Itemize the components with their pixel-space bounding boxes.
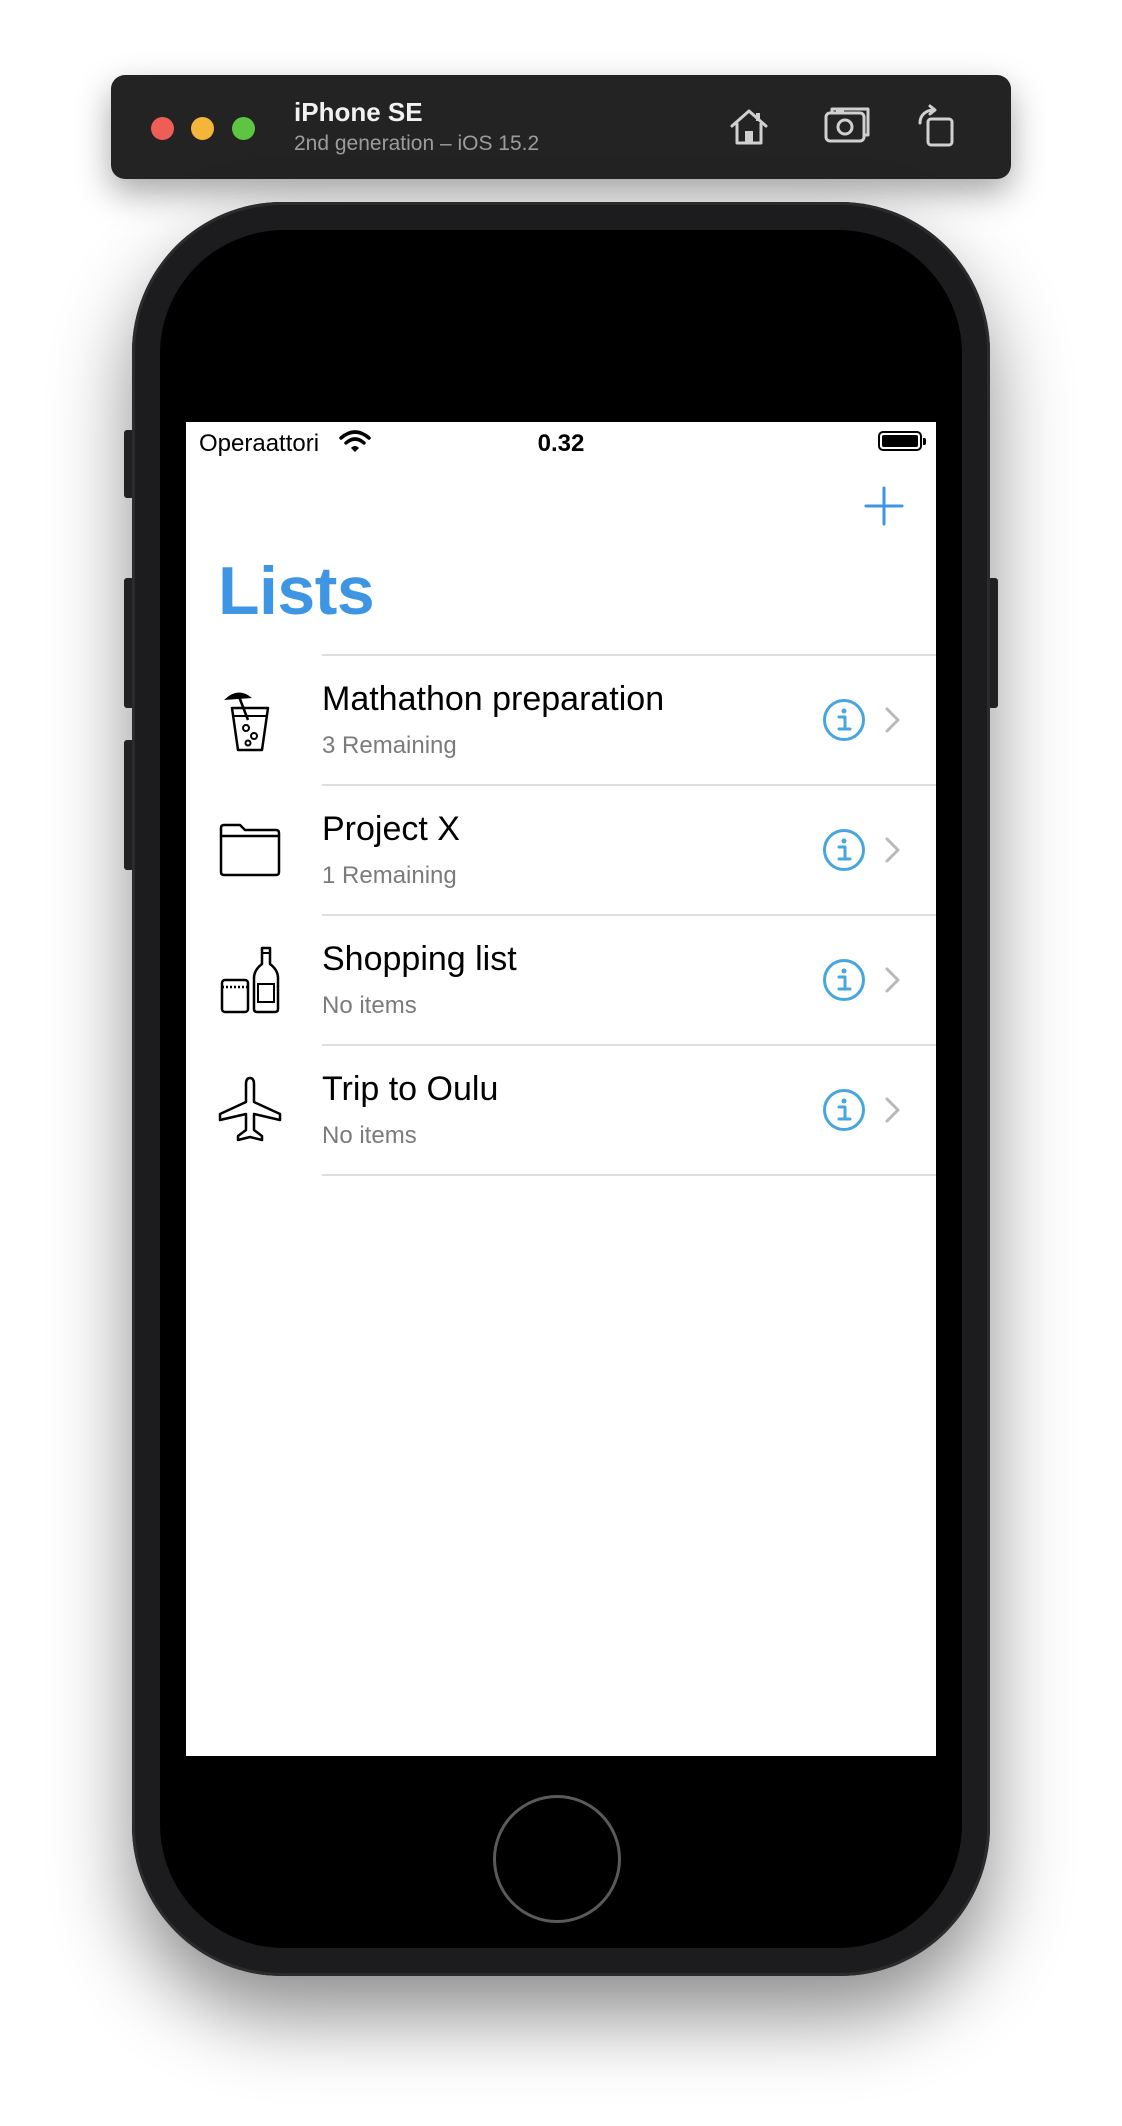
chevron-right-icon [884,836,902,864]
home-button-toolbar[interactable] [723,101,775,153]
groceries-icon [218,944,282,1016]
simulator-window: iPhone SE 2nd generation – iOS 15.2 Oper… [0,0,1122,2126]
screenshot-icon [824,107,870,143]
add-list-button[interactable] [862,484,906,528]
device-detail: 2nd generation – iOS 15.2 [294,132,540,155]
list-item-subtitle: 3 Remaining [322,732,457,759]
list-item-title: Project X [322,810,460,848]
list-item-title: Mathathon preparation [322,680,665,718]
chevron-right-icon [884,706,902,734]
status-time: 0.32 [537,430,585,457]
info-icon [823,829,865,871]
device-name: iPhone SE [294,97,423,127]
lists-table: Mathathon preparation 3 Remaining Projec… [186,654,936,1176]
app-screen: Operaattori 0.32 Lists Mathathon prepara… [186,422,936,1756]
list-item-project-x[interactable]: Project X 1 Remaining [186,786,936,916]
info-button[interactable] [822,1088,866,1132]
info-button[interactable] [822,698,866,742]
list-item-shopping-list[interactable]: Shopping list No items [186,916,936,1046]
rotate-button[interactable] [911,101,963,153]
list-item-subtitle: No items [322,1122,417,1149]
info-icon [823,699,865,741]
chevron-right-icon [884,1096,902,1124]
info-icon [823,959,865,1001]
page-title: Lists [218,553,375,629]
info-icon [823,1089,865,1131]
zoom-window-button[interactable] [232,117,255,140]
home-icon [730,109,768,145]
folder-icon [218,814,282,886]
list-item-mathathon-preparation[interactable]: Mathathon preparation 3 Remaining [186,656,936,786]
list-separator [322,1174,936,1176]
list-item-trip-to-oulu[interactable]: Trip to Oulu No items [186,1046,936,1176]
list-item-title: Shopping list [322,940,517,978]
minimize-window-button[interactable] [191,117,214,140]
screenshot-button[interactable] [822,101,874,153]
info-button[interactable] [822,828,866,872]
device-home-button[interactable] [493,1795,621,1923]
rotate-icon [918,104,954,147]
plus-icon [864,486,904,526]
info-button[interactable] [822,958,866,1002]
status-bar: Operaattori 0.32 [186,422,936,462]
drink-icon [218,684,282,756]
list-item-title: Trip to Oulu [322,1070,499,1108]
battery-icon [878,431,926,451]
simulator-title-bar: iPhone SE 2nd generation – iOS 15.2 [111,75,1011,179]
list-item-subtitle: No items [322,992,417,1019]
airplane-icon [218,1074,282,1146]
close-window-button[interactable] [151,117,174,140]
list-item-subtitle: 1 Remaining [322,862,457,889]
chevron-right-icon [884,966,902,994]
